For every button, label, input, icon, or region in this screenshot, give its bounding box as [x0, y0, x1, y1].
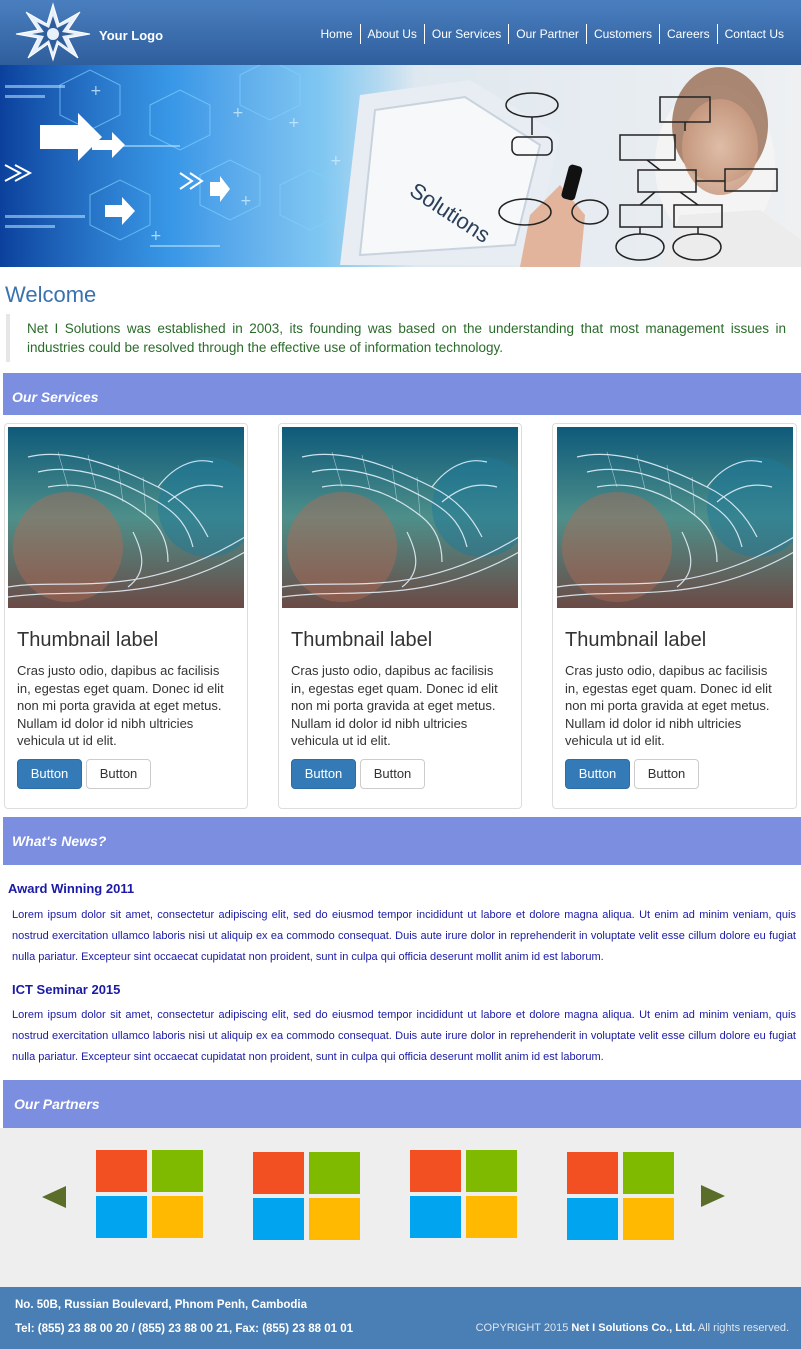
nav-our-partner[interactable]: Our Partner	[508, 24, 586, 44]
service-card-2: Thumbnail label Cras justo odio, dapibus…	[278, 423, 522, 809]
partner-logo-3[interactable]	[410, 1150, 518, 1242]
banner-graphic: +++ +++ Solutions	[0, 65, 801, 267]
news-title-2[interactable]: ICT Seminar 2015	[12, 982, 120, 997]
service-title-1: Thumbnail label	[17, 629, 159, 651]
carousel-prev-arrow-icon[interactable]	[42, 1186, 66, 1208]
carousel-next-arrow-icon[interactable]	[701, 1185, 725, 1207]
service-2-secondary-button[interactable]: Button	[360, 759, 425, 789]
service-image-3[interactable]	[556, 427, 793, 608]
logo-star-icon[interactable]	[14, 2, 92, 62]
main-nav: Home About Us Our Services Our Partner C…	[314, 24, 792, 44]
service-image-2[interactable]	[282, 427, 518, 608]
services-heading: Our Services	[12, 389, 99, 405]
partner-logo-2[interactable]	[253, 1152, 361, 1244]
rights-text: All rights reserved.	[697, 1322, 789, 1334]
welcome-title: Welcome	[5, 282, 97, 307]
news-title-1[interactable]: Award Winning 2011	[8, 881, 134, 896]
service-desc-3: Cras justo odio, dapibus ac facilisis in…	[565, 663, 772, 748]
service-title-2: Thumbnail label	[291, 629, 433, 651]
news-body-2: Lorem ipsum dolor sit amet, consectetur …	[12, 1009, 796, 1063]
service-2-primary-button[interactable]: Button	[291, 759, 356, 789]
footer-copyright: COPYRIGHT 2015 Net I Solutions Co., Ltd.…	[476, 1322, 789, 1334]
news-heading: What's News?	[12, 833, 107, 849]
service-3-primary-button[interactable]: Button	[565, 759, 630, 789]
partner-logo-1[interactable]	[96, 1150, 204, 1242]
site-header: Your Logo Home About Us Our Services Our…	[0, 0, 801, 65]
footer-phone: Tel: (855) 23 88 00 20 / (855) 23 88 00 …	[15, 1323, 353, 1335]
svg-text:+: +	[288, 115, 300, 131]
logo-text[interactable]: Your Logo	[99, 28, 163, 43]
svg-text:+: +	[232, 105, 244, 121]
welcome-text: Net I Solutions was established in 2003,…	[6, 314, 796, 362]
service-1-primary-button[interactable]: Button	[17, 759, 82, 789]
news-body-1: Lorem ipsum dolor sit amet, consectetur …	[12, 909, 796, 963]
copyright-prefix: COPYRIGHT 2015	[475, 1322, 569, 1334]
nav-about-us[interactable]: About Us	[359, 24, 424, 44]
company-name: Net I Solutions Co., Ltd.	[571, 1322, 696, 1334]
partners-carousel	[0, 1128, 801, 1287]
service-card-3: Thumbnail label Cras justo odio, dapibus…	[552, 423, 797, 809]
partners-heading-bar: Our Partners	[3, 1080, 801, 1128]
service-image-1[interactable]	[8, 427, 244, 608]
service-title-3: Thumbnail label	[565, 629, 707, 651]
nav-home[interactable]: Home	[314, 24, 360, 44]
svg-text:+: +	[90, 83, 102, 99]
svg-text:+: +	[330, 153, 342, 169]
services-heading-bar: Our Services	[3, 373, 801, 415]
service-desc-2: Cras justo odio, dapibus ac facilisis in…	[291, 663, 498, 748]
nav-careers[interactable]: Careers	[658, 24, 717, 44]
service-3-secondary-button[interactable]: Button	[634, 759, 699, 789]
svg-text:+: +	[240, 193, 252, 209]
service-card-1: Thumbnail label Cras justo odio, dapibus…	[4, 423, 248, 809]
nav-contact-us[interactable]: Contact Us	[716, 24, 791, 44]
partner-logo-4[interactable]	[567, 1152, 675, 1244]
service-desc-1: Cras justo odio, dapibus ac facilisis in…	[17, 663, 224, 748]
nav-our-services[interactable]: Our Services	[423, 24, 508, 44]
service-1-secondary-button[interactable]: Button	[86, 759, 151, 789]
svg-text:+: +	[150, 228, 162, 244]
nav-customers[interactable]: Customers	[585, 24, 659, 44]
hero-banner: + + + + + + Solutions	[0, 65, 801, 267]
footer-address: No. 50B, Russian Boulevard, Phnom Penh, …	[15, 1299, 308, 1311]
page: Your Logo Home About Us Our Services Our…	[0, 0, 801, 1349]
news-heading-bar: What's News?	[3, 817, 801, 865]
site-footer: No. 50B, Russian Boulevard, Phnom Penh, …	[0, 1287, 801, 1349]
partners-heading: Our Partners	[14, 1096, 100, 1112]
